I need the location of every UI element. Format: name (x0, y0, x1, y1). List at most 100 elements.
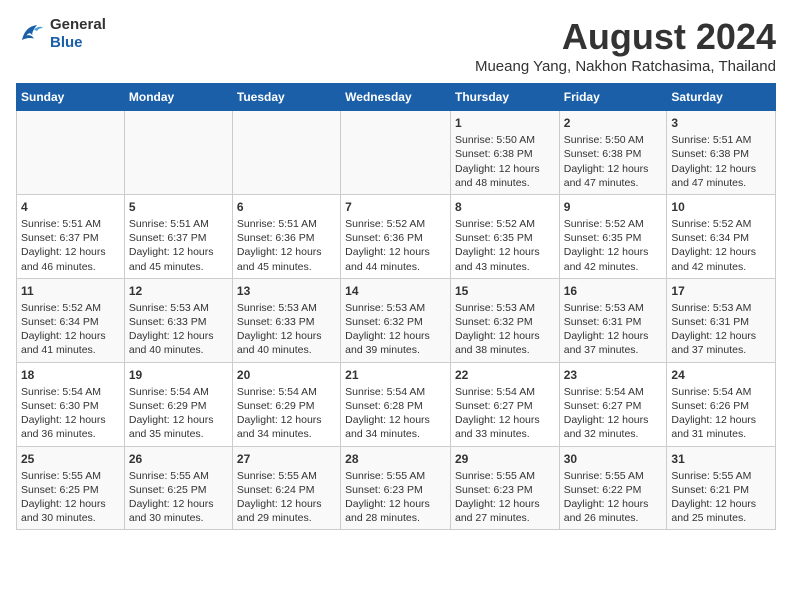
cell-content: Sunset: 6:27 PM (455, 399, 555, 413)
cell-content: Sunrise: 5:55 AM (237, 469, 336, 483)
cell-content: Sunrise: 5:54 AM (455, 385, 555, 399)
cell-content: Daylight: 12 hours and 30 minutes. (129, 497, 228, 525)
calendar-cell: 30Sunrise: 5:55 AMSunset: 6:22 PMDayligh… (559, 446, 667, 530)
day-number: 20 (237, 367, 336, 383)
day-number: 18 (21, 367, 120, 383)
header-tuesday: Tuesday (232, 84, 340, 111)
cell-content: Daylight: 12 hours and 37 minutes. (671, 329, 771, 357)
cell-content: Sunset: 6:29 PM (129, 399, 228, 413)
cell-content: Daylight: 12 hours and 37 minutes. (564, 329, 663, 357)
calendar-cell: 14Sunrise: 5:53 AMSunset: 6:32 PMDayligh… (341, 278, 451, 362)
cell-content: Sunrise: 5:52 AM (564, 217, 663, 231)
cell-content: Sunset: 6:38 PM (455, 147, 555, 161)
day-number: 13 (237, 283, 336, 299)
day-number: 5 (129, 199, 228, 215)
cell-content: Sunrise: 5:55 AM (455, 469, 555, 483)
cell-content: Sunset: 6:28 PM (345, 399, 446, 413)
cell-content: Daylight: 12 hours and 30 minutes. (21, 497, 120, 525)
header-friday: Friday (559, 84, 667, 111)
cell-content: Daylight: 12 hours and 44 minutes. (345, 245, 446, 273)
calendar-cell: 9 Sunrise: 5:52 AMSunset: 6:35 PMDaylight… (559, 194, 667, 278)
cell-content: Sunrise: 5:55 AM (671, 469, 771, 483)
cell-content: Sunrise: 5:53 AM (455, 301, 555, 315)
calendar-cell: 15 Sunrise: 5:53 AMSunset: 6:32 PMDayligh… (450, 278, 559, 362)
calendar-cell: 29Sunrise: 5:55 AMSunset: 6:23 PMDayligh… (450, 446, 559, 530)
cell-content: Daylight: 12 hours and 42 minutes. (564, 245, 663, 273)
cell-content: Sunset: 6:29 PM (237, 399, 336, 413)
calendar-cell: 22Sunrise: 5:54 AMSunset: 6:27 PMDayligh… (450, 362, 559, 446)
logo: General Blue (16, 16, 106, 52)
cell-content: Sunset: 6:32 PM (345, 315, 446, 329)
calendar-cell: 6Sunrise: 5:51 AMSunset: 6:36 PMDaylight… (232, 194, 340, 278)
day-number: 15 (455, 283, 555, 299)
day-number: 14 (345, 283, 446, 299)
day-number: 22 (455, 367, 555, 383)
cell-content: Daylight: 12 hours and 45 minutes. (237, 245, 336, 273)
page-subtitle: Mueang Yang, Nakhon Ratchasima, Thailand (475, 58, 776, 75)
cell-content: Sunset: 6:35 PM (564, 231, 663, 245)
page-title: August 2024 (475, 16, 776, 58)
cell-content: Daylight: 12 hours and 27 minutes. (455, 497, 555, 525)
cell-content: Sunset: 6:23 PM (455, 483, 555, 497)
calendar-cell (341, 111, 451, 195)
cell-content: Sunrise: 5:55 AM (21, 469, 120, 483)
calendar-cell: 12Sunrise: 5:53 AMSunset: 6:33 PMDayligh… (124, 278, 232, 362)
cell-content: Sunrise: 5:52 AM (345, 217, 446, 231)
week-row-4: 18Sunrise: 5:54 AMSunset: 6:30 PMDayligh… (17, 362, 776, 446)
day-number: 9 (564, 199, 663, 215)
cell-content: Daylight: 12 hours and 29 minutes. (237, 497, 336, 525)
cell-content: Sunset: 6:31 PM (671, 315, 771, 329)
header-thursday: Thursday (450, 84, 559, 111)
cell-content: Sunset: 6:30 PM (21, 399, 120, 413)
header-row: SundayMondayTuesdayWednesdayThursdayFrid… (17, 84, 776, 111)
calendar-cell: 13Sunrise: 5:53 AMSunset: 6:33 PMDayligh… (232, 278, 340, 362)
cell-content: Daylight: 12 hours and 42 minutes. (671, 245, 771, 273)
cell-content: Daylight: 12 hours and 43 minutes. (455, 245, 555, 273)
cell-content: Sunset: 6:33 PM (237, 315, 336, 329)
cell-content: Daylight: 12 hours and 40 minutes. (129, 329, 228, 357)
cell-content: Sunset: 6:22 PM (564, 483, 663, 497)
cell-content: Sunset: 6:23 PM (345, 483, 446, 497)
day-number: 28 (345, 451, 446, 467)
cell-content: Sunrise: 5:52 AM (671, 217, 771, 231)
day-number: 17 (671, 283, 771, 299)
calendar-cell: 10 Sunrise: 5:52 AMSunset: 6:34 PMDayligh… (667, 194, 776, 278)
cell-content: Sunset: 6:37 PM (21, 231, 120, 245)
calendar-cell (232, 111, 340, 195)
cell-content: Daylight: 12 hours and 46 minutes. (21, 245, 120, 273)
calendar-table: SundayMondayTuesdayWednesdayThursdayFrid… (16, 83, 776, 530)
cell-content: Daylight: 12 hours and 34 minutes. (345, 413, 446, 441)
cell-content: Sunset: 6:32 PM (455, 315, 555, 329)
cell-content: Daylight: 12 hours and 38 minutes. (455, 329, 555, 357)
cell-content: Sunset: 6:24 PM (237, 483, 336, 497)
cell-content: Daylight: 12 hours and 45 minutes. (129, 245, 228, 273)
cell-content: Daylight: 12 hours and 34 minutes. (237, 413, 336, 441)
day-number: 6 (237, 199, 336, 215)
calendar-cell: 31Sunrise: 5:55 AMSunset: 6:21 PMDayligh… (667, 446, 776, 530)
cell-content: Sunset: 6:35 PM (455, 231, 555, 245)
cell-content: Sunrise: 5:53 AM (564, 301, 663, 315)
day-number: 4 (21, 199, 120, 215)
cell-content: Sunrise: 5:53 AM (671, 301, 771, 315)
cell-content: Sunrise: 5:53 AM (345, 301, 446, 315)
week-row-3: 11Sunrise: 5:52 AMSunset: 6:34 PMDayligh… (17, 278, 776, 362)
cell-content: Sunrise: 5:54 AM (564, 385, 663, 399)
cell-content: Sunset: 6:36 PM (345, 231, 446, 245)
cell-content: Sunset: 6:34 PM (671, 231, 771, 245)
cell-content: Sunset: 6:34 PM (21, 315, 120, 329)
calendar-cell: 25Sunrise: 5:55 AMSunset: 6:25 PMDayligh… (17, 446, 125, 530)
cell-content: Sunset: 6:21 PM (671, 483, 771, 497)
week-row-1: 1Sunrise: 5:50 AMSunset: 6:38 PMDaylight… (17, 111, 776, 195)
cell-content: Daylight: 12 hours and 36 minutes. (21, 413, 120, 441)
cell-content: Sunrise: 5:54 AM (237, 385, 336, 399)
logo-icon (16, 19, 46, 49)
calendar-cell: 7Sunrise: 5:52 AMSunset: 6:36 PMDaylight… (341, 194, 451, 278)
calendar-cell: 28Sunrise: 5:55 AMSunset: 6:23 PMDayligh… (341, 446, 451, 530)
cell-content: Daylight: 12 hours and 47 minutes. (564, 162, 663, 190)
logo-text: General Blue (50, 16, 106, 52)
cell-content: Sunset: 6:37 PM (129, 231, 228, 245)
day-number: 10 (671, 199, 771, 215)
calendar-cell (124, 111, 232, 195)
calendar-cell: 17 Sunrise: 5:53 AMSunset: 6:31 PMDayligh… (667, 278, 776, 362)
week-row-5: 25Sunrise: 5:55 AMSunset: 6:25 PMDayligh… (17, 446, 776, 530)
